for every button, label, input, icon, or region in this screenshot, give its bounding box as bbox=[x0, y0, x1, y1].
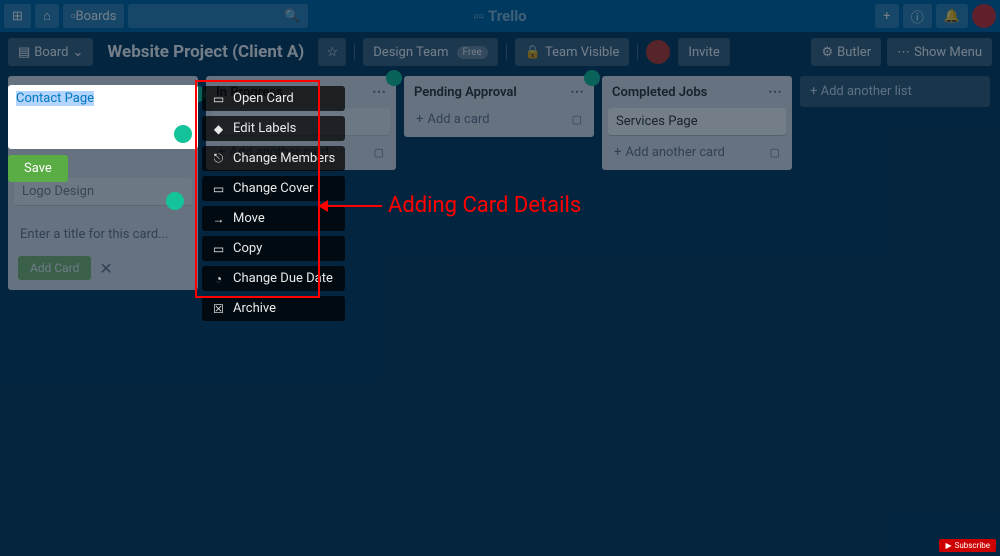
list-menu-icon[interactable]: ⋯ bbox=[768, 84, 782, 100]
grammarly-icon bbox=[386, 70, 402, 86]
ctx-archive[interactable]: ☒Archive bbox=[202, 296, 345, 321]
add-another-list[interactable]: + Add another list bbox=[800, 76, 990, 107]
home-button[interactable]: ⌂ bbox=[35, 4, 59, 28]
template-icon[interactable]: ▢ bbox=[770, 146, 780, 159]
card-edit-textarea[interactable]: Contact Page bbox=[8, 85, 198, 149]
list-menu-icon[interactable]: ⋯ bbox=[570, 84, 584, 100]
list-title[interactable]: Pending Approval bbox=[414, 85, 517, 100]
add-card-button[interactable]: Add Card bbox=[18, 256, 91, 280]
card-services-page[interactable]: Services Page bbox=[608, 108, 786, 135]
board-header: ▤ Board ⌄ Website Project (Client A) ☆ D… bbox=[0, 32, 1000, 72]
invite-button[interactable]: Invite bbox=[678, 38, 729, 66]
grammarly-icon bbox=[174, 125, 192, 143]
annotation-arrow: Adding Card Details bbox=[318, 193, 581, 218]
show-menu-button[interactable]: ⋯ Show Menu bbox=[887, 38, 992, 66]
team-button[interactable]: Design TeamFree bbox=[363, 38, 498, 66]
archive-icon: ☒ bbox=[212, 302, 225, 316]
card-composer-placeholder[interactable]: Enter a title for this card... bbox=[14, 223, 192, 246]
member-avatar[interactable] bbox=[646, 40, 670, 64]
star-button[interactable]: ☆ bbox=[318, 38, 346, 66]
boards-label: Boards bbox=[76, 9, 117, 24]
close-icon[interactable]: ✕ bbox=[99, 259, 112, 278]
save-button[interactable]: Save bbox=[8, 155, 68, 182]
youtube-subscribe-badge[interactable]: ▶ Subscribe bbox=[939, 539, 996, 552]
template-icon[interactable]: ▢ bbox=[572, 113, 582, 126]
add-a-card[interactable]: +Add a card ▢ bbox=[410, 108, 588, 131]
list-title[interactable]: Completed Jobs bbox=[612, 85, 707, 100]
user-avatar[interactable] bbox=[972, 4, 996, 28]
annotation-text: Adding Card Details bbox=[388, 193, 581, 218]
arrow-head-icon bbox=[318, 200, 328, 212]
top-nav: ⊞ ⌂ ▫ Boards 🔍 ▫▫ Trello + ⓘ 🔔 bbox=[0, 0, 1000, 32]
boards-button[interactable]: ▫ Boards bbox=[63, 4, 125, 28]
create-button[interactable]: + bbox=[875, 4, 899, 28]
grammarly-icon bbox=[166, 192, 184, 210]
list-completed-jobs: Completed Jobs ⋯ Services Page +Add anot… bbox=[602, 76, 792, 170]
board-view-button[interactable]: ▤ Board ⌄ bbox=[8, 38, 93, 66]
board-title[interactable]: Website Project (Client A) bbox=[101, 42, 310, 62]
notifications-button[interactable]: 🔔 bbox=[936, 4, 968, 28]
add-another-card[interactable]: +Add another card ▢ bbox=[608, 141, 786, 164]
trello-logo: ▫▫ Trello bbox=[473, 7, 526, 25]
info-button[interactable]: ⓘ bbox=[903, 4, 932, 28]
search-input[interactable]: 🔍 bbox=[128, 4, 308, 28]
grammarly-icon bbox=[584, 70, 600, 86]
list-menu-icon[interactable]: ⋯ bbox=[372, 84, 386, 100]
visibility-button[interactable]: 🔒 Team Visible bbox=[515, 38, 630, 66]
list-pending-approval: Pending Approval ⋯ +Add a card ▢ bbox=[404, 76, 594, 137]
apps-button[interactable]: ⊞ bbox=[4, 4, 31, 28]
quick-edit-card: Contact Page Save bbox=[8, 85, 198, 182]
card-edit-text: Contact Page bbox=[16, 91, 94, 106]
template-icon[interactable]: ▢ bbox=[374, 146, 384, 159]
butler-button[interactable]: ⚙ Butler bbox=[811, 38, 881, 66]
annotation-box bbox=[195, 80, 320, 298]
